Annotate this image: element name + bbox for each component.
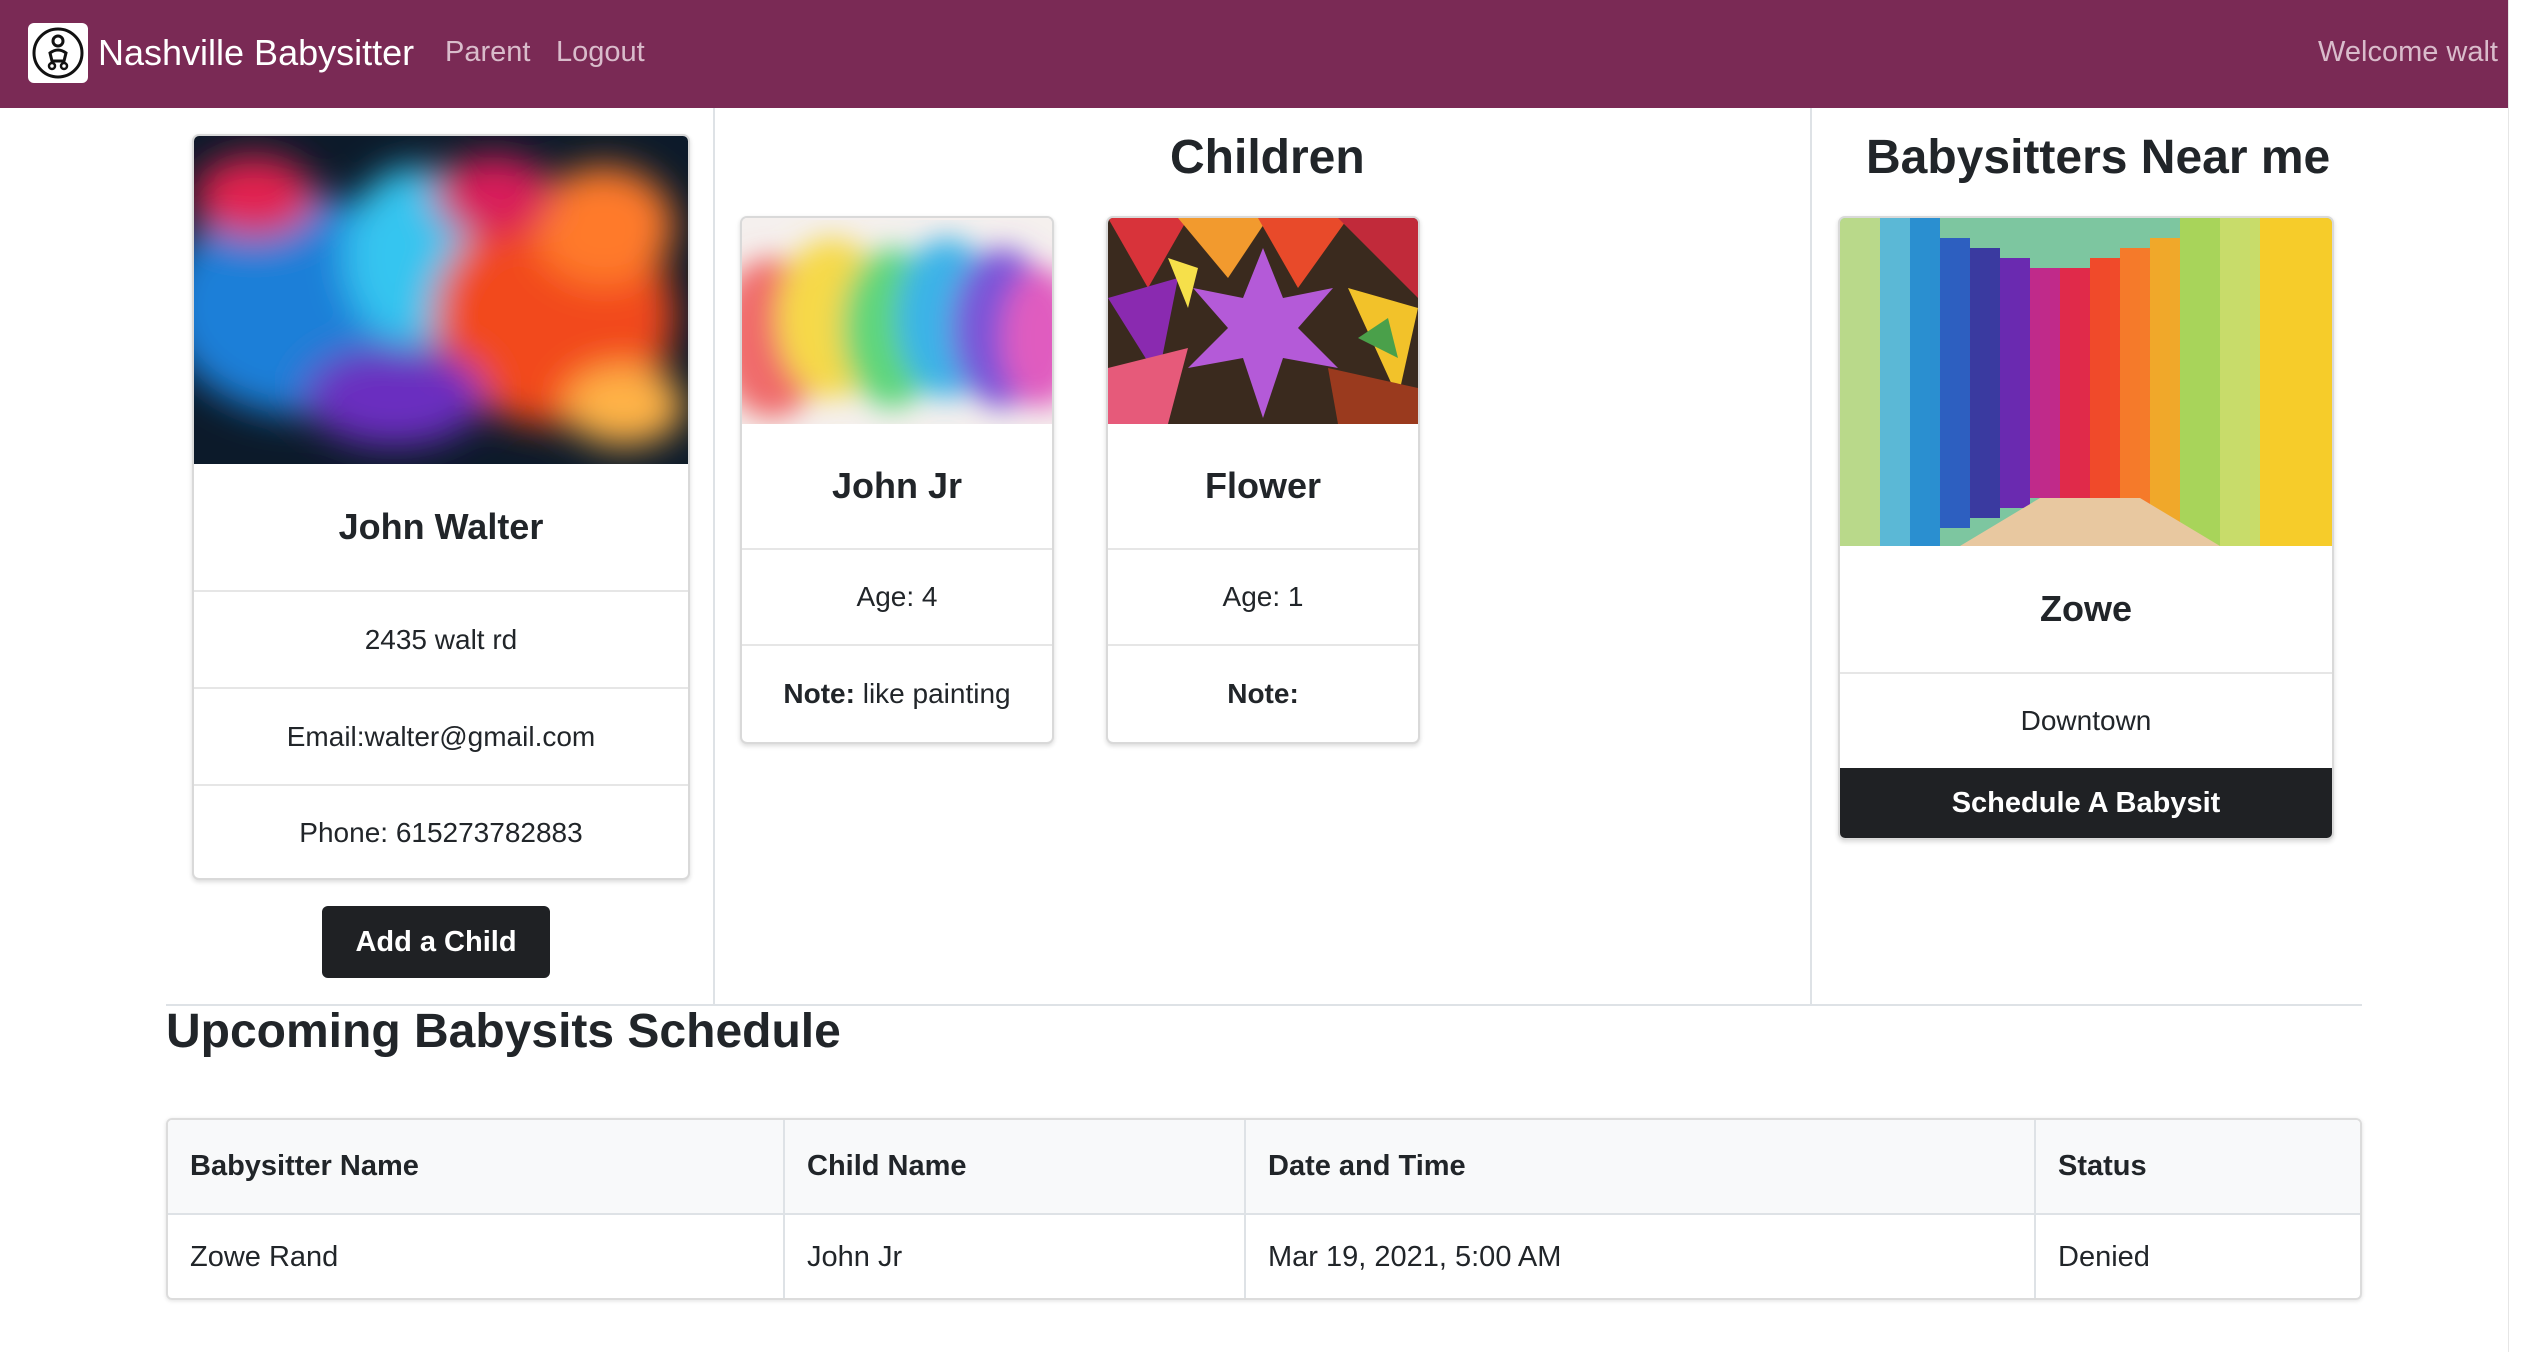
add-child-button[interactable]: Add a Child	[322, 906, 550, 978]
column-header-child: Child Name	[784, 1120, 1246, 1215]
brand-name: Nashville Babysitter	[98, 32, 415, 73]
note-text: like painting	[854, 678, 1011, 709]
table-header-row: Babysitter Name Child Name Date and Time…	[168, 1120, 2360, 1215]
babysitters-title: Babysitters Near me	[1866, 131, 2331, 184]
welcome-message: Welcome walt	[2318, 36, 2498, 68]
column-divider-left	[713, 108, 715, 1004]
babysitter-logo-icon	[28, 23, 88, 83]
column-divider-right	[1810, 108, 1812, 1004]
nav-link-logout[interactable]: Logout	[556, 36, 645, 69]
child-note: Note: like painting	[742, 644, 1052, 742]
child-image	[1108, 218, 1418, 424]
table-row: Zowe Rand John Jr Mar 19, 2021, 5:00 AM …	[168, 1214, 2360, 1298]
note-label: Note:	[783, 678, 855, 709]
cell-child-name: John Jr	[784, 1214, 1246, 1298]
top-navbar: Nashville Babysitter Parent Logout Welco…	[0, 0, 2530, 108]
babysitter-name: Zowe	[2039, 588, 2132, 629]
child-name: Flower	[1204, 465, 1321, 506]
parent-name: John Walter	[338, 506, 544, 547]
nav-link-parent[interactable]: Parent	[445, 36, 530, 69]
schedule-babysit-button[interactable]: Schedule A Babysit	[1840, 768, 2332, 838]
babysitter-card: Zowe Downtown Schedule A Babysit	[1838, 216, 2334, 840]
children-title: Children	[1170, 131, 1365, 184]
parent-profile-card: John Walter 2435 walt rd Email:walter@gm…	[192, 134, 690, 880]
column-header-status: Status	[2035, 1120, 2360, 1215]
cell-babysitter-name: Zowe Rand	[168, 1214, 785, 1298]
note-label: Note:	[1227, 678, 1299, 709]
brand[interactable]: Nashville Babysitter	[28, 23, 414, 83]
column-header-babysitter: Babysitter Name	[168, 1120, 785, 1215]
child-age: Age: 4	[742, 548, 1052, 644]
column-header-date: Date and Time	[1245, 1120, 2036, 1215]
schedule-table: Babysitter Name Child Name Date and Time…	[166, 1118, 2362, 1300]
child-image	[742, 218, 1052, 424]
parent-address: 2435 walt rd	[194, 590, 688, 687]
cell-status: Denied	[2058, 1241, 2150, 1273]
parent-email: Email:walter@gmail.com	[194, 687, 688, 784]
child-name: John Jr	[831, 465, 963, 506]
babysitter-location: Downtown	[1840, 672, 2332, 768]
page-scrollbar[interactable]	[2508, 0, 2530, 1352]
child-age: Age: 1	[1108, 548, 1418, 644]
cell-date-time: Mar 19, 2021, 5:00 AM	[1245, 1214, 2036, 1298]
child-card: John Jr Age: 4 Note: like painting	[740, 216, 1054, 744]
babysitter-image	[1840, 218, 2332, 546]
parent-profile-image	[194, 136, 688, 464]
schedule-title: Upcoming Babysits Schedule	[166, 1005, 841, 1058]
child-card: Flower Age: 1 Note:	[1106, 216, 1420, 744]
parent-phone: Phone: 615273782883	[194, 784, 688, 878]
child-note: Note:	[1108, 644, 1418, 742]
